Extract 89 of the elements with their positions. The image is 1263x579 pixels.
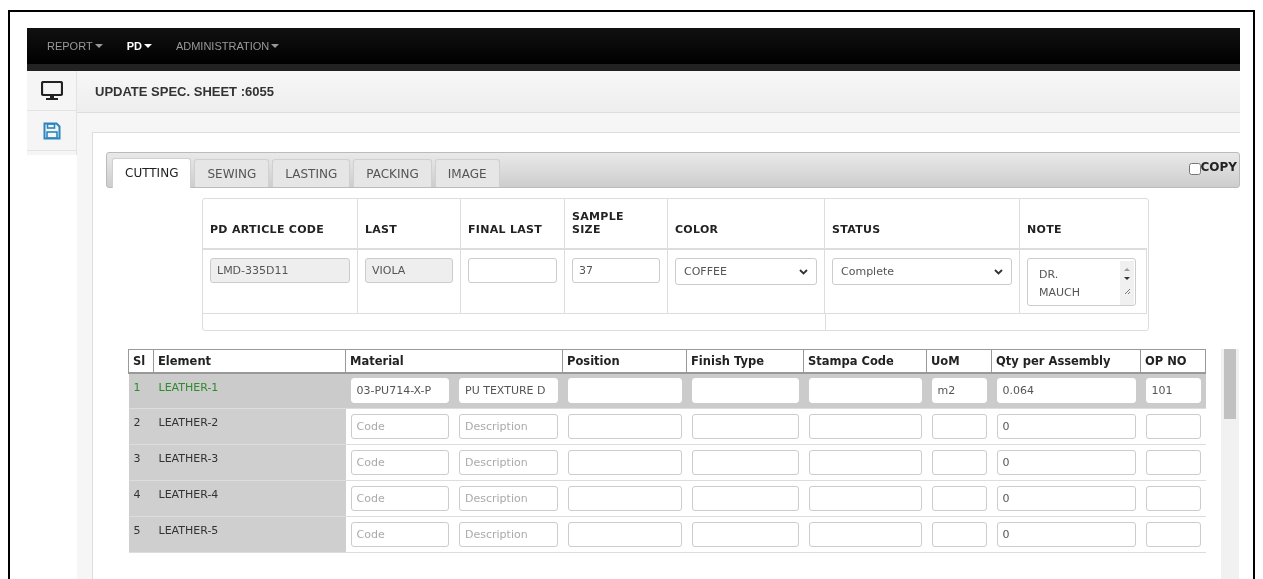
nav-menu-item[interactable]: ADMINISTRATION: [165, 40, 290, 52]
finish-type-field[interactable]: [691, 414, 799, 439]
finish-type-field[interactable]: [691, 450, 799, 475]
note-textarea[interactable]: DR. MAUCH: [1027, 258, 1136, 306]
tab[interactable]: PACKING: [353, 159, 432, 187]
stampa-code-field[interactable]: [808, 450, 922, 475]
description-field[interactable]: Description: [459, 486, 558, 511]
op-no-field[interactable]: [1145, 450, 1201, 475]
table-cell: LEATHER-1: [158, 380, 219, 394]
qty-field[interactable]: 0: [996, 450, 1136, 475]
qty-field[interactable]: 0: [996, 486, 1136, 511]
position-field[interactable]: [567, 522, 682, 547]
finish-type-field[interactable]: [691, 486, 799, 511]
nav-menu-item[interactable]: PD: [116, 40, 162, 52]
code-field[interactable]: 03-PU714-X-P: [350, 378, 449, 404]
dropdown[interactable]: COFFEE: [675, 258, 817, 285]
scrollbar[interactable]: [1120, 261, 1134, 305]
chevron-down-icon: [799, 268, 808, 275]
uom-field[interactable]: [931, 414, 987, 439]
scrollbar[interactable]: [1221, 349, 1239, 579]
op-no-field[interactable]: 101: [1145, 378, 1201, 404]
column-header: LAST: [365, 223, 398, 236]
tab[interactable]: IMAGE: [434, 159, 500, 187]
scroll-arrows-icon[interactable]: [1123, 265, 1131, 295]
position-field[interactable]: [567, 486, 682, 511]
uom-field[interactable]: [931, 522, 987, 547]
table-row[interactable]: 2 LEATHER-2 Code Description 0: [128, 408, 1206, 445]
column-header: STATUS: [832, 223, 881, 236]
code-field[interactable]: Code: [350, 450, 449, 475]
code-field[interactable]: Code: [350, 414, 449, 439]
code-field[interactable]: Code: [350, 522, 449, 547]
column-header: COLOR: [675, 223, 719, 236]
stampa-code-field[interactable]: [808, 486, 922, 511]
qty-field[interactable]: 0: [996, 522, 1136, 547]
qty-field[interactable]: 0.064: [996, 378, 1136, 404]
finish-type-field[interactable]: [691, 522, 799, 547]
copy-checkbox[interactable]: [1188, 163, 1201, 175]
column-header: PD ARTICLE CODE: [210, 223, 325, 236]
tab[interactable]: LASTING: [272, 159, 351, 187]
input-field[interactable]: 37: [572, 258, 660, 283]
uom-field[interactable]: m2: [931, 378, 987, 404]
table-cell: 4: [133, 488, 141, 501]
description-field[interactable]: PU TEXTURE D: [459, 378, 558, 404]
table-row[interactable]: 1 LEATHER-1 03-PU714-X-P PU TEXTURE D m2 0.064 101: [128, 372, 1206, 409]
op-no-field[interactable]: [1145, 414, 1201, 439]
input-field[interactable]: [468, 258, 557, 283]
column-header: FINAL LAST: [468, 223, 543, 236]
op-no-field[interactable]: [1145, 522, 1201, 547]
table-cell: LEATHER-3: [158, 452, 219, 465]
column-header: Element: [158, 353, 212, 368]
column-header: Sl: [133, 353, 146, 368]
table-cell: LEATHER-4: [158, 488, 219, 501]
nav-menu-item[interactable]: REPORT: [37, 40, 113, 52]
description-field[interactable]: Description: [459, 522, 558, 547]
description-field[interactable]: Description: [459, 414, 558, 439]
column-header: NOTE: [1027, 223, 1062, 236]
stampa-code-field[interactable]: [808, 414, 922, 439]
uom-field[interactable]: [931, 486, 987, 511]
table-cell: 5: [133, 524, 141, 537]
column-header: Position: [567, 353, 620, 368]
dropdown[interactable]: Complete: [832, 258, 1012, 285]
table-row[interactable]: 4 LEATHER-4 Code Description 0: [128, 480, 1206, 517]
table-cell: 3: [133, 452, 141, 465]
uom-field[interactable]: [931, 450, 987, 475]
tab[interactable]: SEWING: [194, 159, 270, 187]
column-header: OP NO: [1145, 353, 1187, 368]
qty-field[interactable]: 0: [996, 414, 1136, 439]
stampa-code-field[interactable]: [808, 522, 922, 547]
chevron-down-icon: [994, 268, 1003, 275]
column-header: Stampa Code: [808, 353, 894, 368]
table-cell: LEATHER-2: [158, 416, 219, 429]
description-field[interactable]: Description: [459, 450, 558, 475]
table-row[interactable]: 5 LEATHER-5 Code Description 0: [128, 516, 1206, 553]
column-header: Finish Type: [691, 353, 764, 368]
copy-label: COPY: [1200, 160, 1237, 174]
position-field[interactable]: [567, 450, 682, 475]
code-field[interactable]: Code: [350, 486, 449, 511]
column-header: Qty per Assembly: [996, 353, 1111, 368]
column-header: SAMPLE SIZE: [572, 210, 625, 236]
column-header: Material: [350, 353, 404, 368]
table-cell: 1: [133, 380, 141, 394]
table-cell: LEATHER-5: [158, 524, 219, 537]
table-row[interactable]: 3 LEATHER-3 Code Description 0: [128, 444, 1206, 481]
page-title: UPDATE SPEC. SHEET :6055: [95, 84, 274, 99]
table-cell: 2: [133, 416, 141, 429]
column-header: UoM: [931, 353, 960, 368]
op-no-field[interactable]: [1145, 486, 1201, 511]
tab[interactable]: CUTTING: [112, 158, 192, 188]
position-field[interactable]: [567, 414, 682, 439]
